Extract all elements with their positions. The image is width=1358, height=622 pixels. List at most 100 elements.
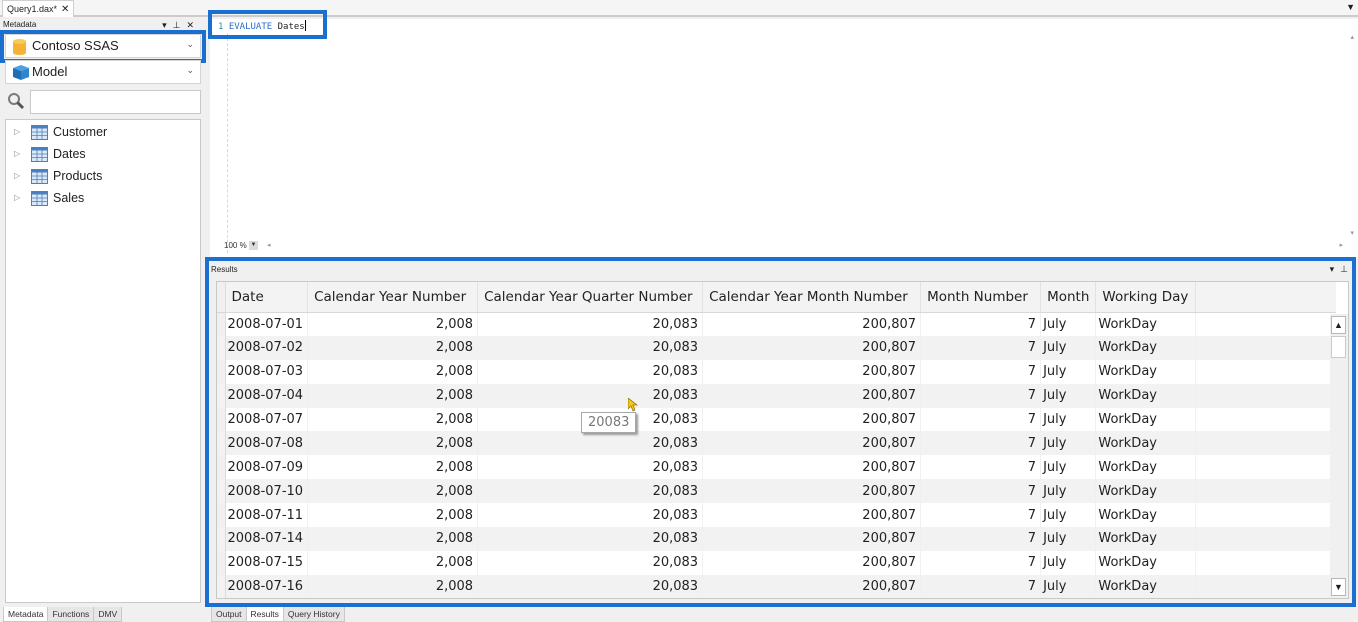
table-row[interactable]: 2008-07-11 2,008 20,083 200,807 7 July WorkDay <box>217 503 1336 528</box>
cell-calendar-year-quarter-number[interactable]: 20,083 <box>477 574 704 598</box>
close-tab-icon[interactable]: ✕ <box>61 4 69 15</box>
cell-calendar-year-number[interactable]: 2,008 <box>307 431 479 456</box>
cell-month-number[interactable]: 7 <box>920 359 1042 384</box>
cell-date[interactable]: 2008-07-14 <box>225 527 309 551</box>
cell-month-number[interactable]: 7 <box>920 431 1042 456</box>
cell-month[interactable]: July <box>1040 503 1097 528</box>
cell-month-number[interactable]: 7 <box>920 455 1042 480</box>
row-header[interactable] <box>217 455 226 480</box>
cell-month-number[interactable]: 7 <box>920 574 1042 598</box>
cell-calendar-year-number[interactable]: 2,008 <box>307 527 479 551</box>
cell-calendar-year-month-number[interactable]: 200,807 <box>702 550 922 575</box>
cell-calendar-year-quarter-number[interactable]: 20,083 <box>477 431 704 456</box>
cell-calendar-year-number[interactable]: 2,008 <box>307 574 479 598</box>
tab-query1[interactable]: Query1.dax* ✕ <box>2 0 75 17</box>
table-row[interactable]: 2008-07-15 2,008 20,083 200,807 7 July WorkDay <box>217 550 1336 575</box>
table-row[interactable]: 2008-07-10 2,008 20,083 200,807 7 July WorkDay <box>217 479 1336 504</box>
cell-calendar-year-number[interactable]: 2,008 <box>307 455 479 480</box>
scroll-down-icon[interactable]: ▾ <box>1350 229 1354 237</box>
cell-working-day[interactable]: WorkDay <box>1095 455 1197 480</box>
cell-calendar-year-month-number[interactable]: 200,807 <box>702 574 922 598</box>
cell-date[interactable]: 2008-07-01 <box>225 312 309 336</box>
server-connection-dropdown[interactable]: Contoso SSAS ⌄ <box>5 34 201 58</box>
pin-icon[interactable]: ⊥ <box>173 20 187 30</box>
row-header[interactable] <box>217 312 226 336</box>
tree-item-customer[interactable]: ▷ Customer <box>6 122 200 144</box>
cell-working-day[interactable]: WorkDay <box>1095 550 1197 575</box>
cell-date[interactable]: 2008-07-08 <box>225 431 309 456</box>
column-header-month-number[interactable]: Month Number <box>920 282 1042 313</box>
cell-calendar-year-number[interactable]: 2,008 <box>307 479 479 504</box>
cell-month-number[interactable]: 7 <box>920 550 1042 575</box>
scroll-left-icon[interactable]: ◂ <box>267 241 271 249</box>
row-header[interactable] <box>217 527 226 551</box>
cell-month-number[interactable]: 7 <box>920 527 1042 551</box>
cell-calendar-year-quarter-number[interactable]: 20,083 <box>477 312 704 336</box>
cell-month[interactable]: July <box>1040 527 1097 551</box>
cell-month[interactable]: July <box>1040 383 1097 408</box>
cell-calendar-year-number[interactable]: 2,008 <box>307 550 479 575</box>
cell-working-day[interactable]: WorkDay <box>1095 335 1197 360</box>
cell-calendar-year-month-number[interactable]: 200,807 <box>702 431 922 456</box>
cell-working-day[interactable]: WorkDay <box>1095 479 1197 504</box>
column-header-calendar-year-month-number[interactable]: Calendar Year Month Number <box>702 282 922 313</box>
cell-date[interactable]: 2008-07-07 <box>225 407 309 432</box>
results-vertical-scrollbar[interactable]: ▲ ▼ <box>1330 314 1348 598</box>
cell-calendar-year-quarter-number[interactable]: 20,083 <box>477 359 704 384</box>
cell-working-day[interactable]: WorkDay <box>1095 312 1197 336</box>
table-row[interactable]: 2008-07-16 2,008 20,083 200,807 7 July WorkDay <box>217 574 1336 598</box>
row-header[interactable] <box>217 574 226 598</box>
cell-calendar-year-number[interactable]: 2,008 <box>307 335 479 360</box>
cell-calendar-year-quarter-number[interactable]: 20,083 <box>477 503 704 528</box>
cell-calendar-year-month-number[interactable]: 200,807 <box>702 479 922 504</box>
cell-date[interactable]: 2008-07-03 <box>225 359 309 384</box>
metadata-search-input[interactable] <box>30 90 201 114</box>
table-row[interactable]: 2008-07-07 2,008 20,083 200,807 7 July WorkDay <box>217 407 1336 432</box>
cell-working-day[interactable]: WorkDay <box>1095 383 1197 408</box>
cell-calendar-year-month-number[interactable]: 200,807 <box>702 455 922 480</box>
row-header[interactable] <box>217 359 226 384</box>
table-row[interactable]: 2008-07-02 2,008 20,083 200,807 7 July WorkDay <box>217 335 1336 360</box>
cell-calendar-year-number[interactable]: 2,008 <box>307 312 479 336</box>
model-dropdown[interactable]: Model ⌄ <box>5 60 201 84</box>
cell-date[interactable]: 2008-07-04 <box>225 383 309 408</box>
scroll-up-button[interactable]: ▲ <box>1331 316 1346 334</box>
cell-date[interactable]: 2008-07-15 <box>225 550 309 575</box>
cell-month[interactable]: July <box>1040 574 1097 598</box>
tab-overflow-icon[interactable]: ▼ <box>1346 2 1355 12</box>
zoom-dropdown-icon[interactable]: ▼ <box>248 241 258 251</box>
cell-month-number[interactable]: 7 <box>920 312 1042 336</box>
row-header[interactable] <box>217 550 226 575</box>
row-header[interactable] <box>217 431 226 456</box>
cell-date[interactable]: 2008-07-02 <box>225 335 309 360</box>
cell-month-number[interactable]: 7 <box>920 383 1042 408</box>
cell-calendar-year-number[interactable]: 2,008 <box>307 383 479 408</box>
cell-calendar-year-month-number[interactable]: 200,807 <box>702 359 922 384</box>
cell-calendar-year-month-number[interactable]: 200,807 <box>702 335 922 360</box>
close-pane-icon[interactable]: ✕ <box>186 20 200 30</box>
cell-date[interactable]: 2008-07-11 <box>225 503 309 528</box>
cell-month-number[interactable]: 7 <box>920 407 1042 432</box>
row-header[interactable] <box>217 383 226 408</box>
table-row[interactable]: 2008-07-03 2,008 20,083 200,807 7 July WorkDay <box>217 359 1336 384</box>
cell-month-number[interactable]: 7 <box>920 479 1042 504</box>
cell-month[interactable]: July <box>1040 550 1097 575</box>
cell-date[interactable]: 2008-07-16 <box>225 574 309 598</box>
cell-month[interactable]: July <box>1040 335 1097 360</box>
cell-month[interactable]: July <box>1040 407 1097 432</box>
row-header[interactable] <box>217 335 226 360</box>
scroll-right-icon[interactable]: ▸ <box>1339 241 1343 249</box>
cell-calendar-year-month-number[interactable]: 200,807 <box>702 407 922 432</box>
cell-month-number[interactable]: 7 <box>920 335 1042 360</box>
cell-calendar-year-number[interactable]: 2,008 <box>307 503 479 528</box>
scroll-thumb[interactable] <box>1331 336 1346 358</box>
cell-working-day[interactable]: WorkDay <box>1095 527 1197 551</box>
table-row[interactable]: 2008-07-01 2,008 20,083 200,807 7 July WorkDay <box>217 312 1336 336</box>
cell-calendar-year-month-number[interactable]: 200,807 <box>702 383 922 408</box>
column-header-calendar-year-number[interactable]: Calendar Year Number <box>307 282 479 313</box>
cell-month[interactable]: July <box>1040 479 1097 504</box>
expand-arrow-icon[interactable]: ▷ <box>14 193 20 202</box>
cell-working-day[interactable]: WorkDay <box>1095 431 1197 456</box>
pin-icon[interactable]: ⊥ <box>1340 264 1354 274</box>
cell-calendar-year-quarter-number[interactable]: 20,083 <box>477 335 704 360</box>
